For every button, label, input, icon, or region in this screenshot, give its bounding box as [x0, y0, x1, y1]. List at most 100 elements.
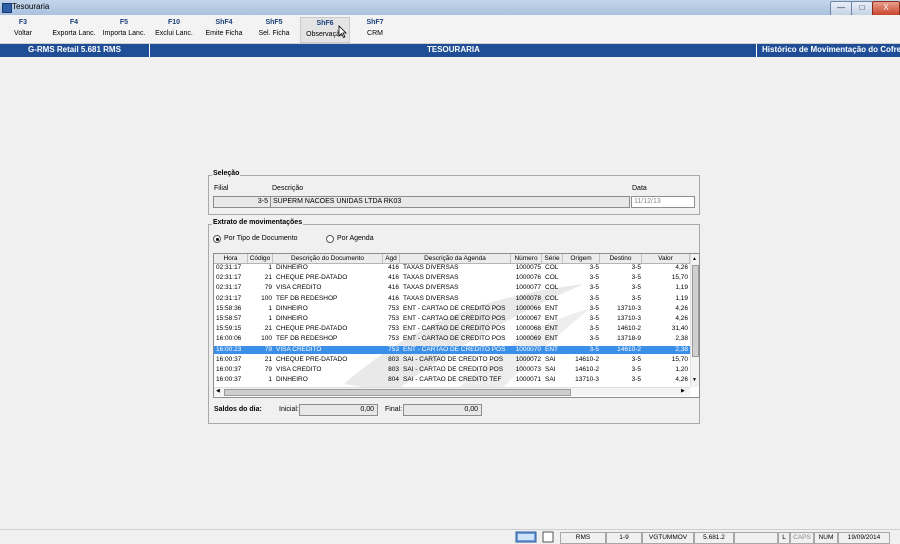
table-row[interactable]: 02:31:17 21 CHEQUE PRE-DATADO 416 TAXAS DIVE… [214, 274, 690, 282]
inicial-field[interactable]: 0,00 [299, 404, 378, 416]
toolbar-voltar-button[interactable]: F3 Voltar [4, 17, 42, 41]
cell-serie: COL [545, 264, 559, 271]
cell-destino: 3-5 [631, 274, 641, 282]
horizontal-scrollbar[interactable]: ◀ ▶ [214, 387, 690, 396]
cell-valor: 1,19 [675, 294, 688, 302]
cell-serie: ENT [545, 325, 558, 333]
cell-origem: 3-5 [589, 335, 599, 343]
cell-valor: 15,70 [671, 274, 688, 282]
cell-valor: 4,26 [675, 315, 688, 322]
table-row[interactable]: 16:00:37 79 VISA CREDITO 803 SAI - CARTAO DE… [214, 366, 690, 374]
vertical-scrollbar[interactable]: ▲ ▼ [690, 254, 699, 387]
cell-descricao-agenda: ENT - CARTAO DE CREDITO POS [403, 325, 506, 333]
cell-valor: 2,38 [675, 345, 688, 353]
cell-valor: 2,38 [675, 335, 688, 343]
data-field[interactable]: 11/12/13 [631, 196, 695, 208]
cell-origem: 3-5 [589, 304, 599, 312]
filial-label: Filial [214, 185, 229, 192]
scroll-thumb[interactable] [692, 265, 699, 357]
cell-hora: 02:31:17 [216, 264, 242, 271]
cell-descricao-documento: VISA CREDITO [276, 366, 322, 373]
table-row[interactable]: 16:00:37 21 CHEQUE PRE-DATADO 803 SAI - CART… [214, 356, 690, 364]
col-descricao-agenda[interactable]: Descrição da Agenda [400, 254, 511, 263]
cell-numero: 1000071 [515, 376, 541, 384]
cell-descricao-documento: VISA CREDITO [276, 284, 322, 292]
cell-destino: 14610-2 [617, 345, 641, 353]
table-row[interactable]: 16:00:23 79 VISA CREDITO 753 ENT - CARTAO DE… [214, 345, 690, 354]
cell-hora: 02:31:17 [216, 284, 242, 292]
final-field[interactable]: 0,00 [403, 404, 482, 416]
cell-hora: 16:00:37 [216, 355, 242, 363]
cell-agd: 416 [388, 274, 399, 282]
cell-numero: 1000077 [515, 284, 541, 292]
cell-destino: 3-5 [631, 284, 641, 292]
table-row[interactable]: 02:31:17 79 VISA CREDITO 416 TAXAS DIVERSAS 1… [214, 284, 690, 292]
cell-descricao-documento: TEF DB REDESHOP [276, 335, 338, 343]
cell-serie: SAI [545, 376, 556, 384]
filial-field[interactable]: 3-5 [213, 196, 271, 208]
table-header: Hora Código Descrição do Documento Agd D… [214, 254, 690, 264]
col-hora[interactable]: Hora [214, 254, 248, 263]
table-row[interactable]: 16:00:37 1 DINHEIRO 804 SAI - CARTAO DE CRED… [214, 376, 690, 384]
col-descricao-documento[interactable]: Descrição do Documento [273, 254, 383, 263]
cell-destino: 3-5 [631, 376, 641, 384]
col-origem[interactable]: Origem [563, 254, 600, 263]
app-icon [2, 3, 12, 13]
scroll-right-icon[interactable]: ▶ [681, 388, 685, 394]
status-bar: RMS 1-9 VGTUMMOV 5.681.2 L CAPS NUM 19/0… [0, 529, 900, 544]
col-destino[interactable]: Destino [600, 254, 642, 263]
maximize-button[interactable]: □ [851, 1, 873, 16]
cell-hora: 02:31:17 [216, 274, 242, 282]
toolbar-exporta-button[interactable]: F4 Exporta Lanc. [50, 17, 98, 41]
table-row[interactable]: 15:59:15 21 CHEQUE PRE-DATADO 753 ENT - CART… [214, 325, 690, 333]
scroll-down-icon[interactable]: ▼ [692, 377, 697, 383]
descricao-field[interactable]: SUPERM NACOES UNIDAS LTDA RK03 [270, 196, 630, 208]
col-valor[interactable]: Valor [642, 254, 690, 263]
document-icon [542, 531, 554, 543]
table-row[interactable]: 15:58:57 1 DINHEIRO 753 ENT - CARTAO DE CRED… [214, 315, 690, 323]
cell-codigo: 100 [261, 294, 272, 302]
table-row[interactable]: 16:00:06 100 TEF DB REDESHOP 753 ENT - CARTA… [214, 335, 690, 343]
cell-serie: SAI [545, 355, 556, 363]
close-button[interactable]: X [872, 1, 900, 16]
cell-valor: 15,70 [671, 355, 688, 363]
cell-destino: 13710-3 [617, 315, 641, 322]
cell-hora: 16:00:37 [216, 366, 242, 373]
table-row[interactable]: 02:31:17 100 TEF DB REDESHOP 416 TAXAS DIVER… [214, 295, 690, 303]
toolbar-crm-button[interactable]: ShF7 CRM [356, 17, 394, 41]
table-row[interactable]: 15:58:36 1 DINHEIRO 753 ENT - CARTAO DE CRED… [214, 305, 690, 313]
cell-codigo: 21 [264, 355, 272, 363]
cell-valor: 4,26 [675, 376, 688, 384]
radio-por-tipo[interactable] [213, 235, 221, 243]
toolbar-emite-ficha-button[interactable]: ShF4 Emite Ficha [202, 17, 246, 41]
col-numero[interactable]: Número [511, 254, 542, 263]
status-num: NUM [814, 532, 838, 544]
table-row[interactable]: 02:31:17 1 DINHEIRO 416 TAXAS DIVERSAS 100007… [214, 264, 690, 272]
scroll-up-icon[interactable]: ▲ [692, 256, 697, 262]
toolbar-sel-ficha-button[interactable]: ShF5 Sel. Ficha [253, 17, 295, 41]
cell-serie: ENT [545, 304, 558, 312]
col-serie[interactable]: Série [542, 254, 563, 263]
radio-por-agenda-label[interactable]: Por Agenda [337, 235, 374, 242]
cell-hora: 16:00:06 [216, 335, 242, 343]
radio-por-agenda[interactable] [326, 235, 334, 243]
hscroll-thumb[interactable] [224, 389, 571, 396]
minimize-button[interactable]: — [830, 1, 852, 16]
cell-descricao-documento: DINHEIRO [276, 315, 308, 322]
cell-origem: 3-5 [589, 264, 599, 271]
cell-valor: 1,20 [675, 366, 688, 373]
cell-origem: 14610-2 [575, 355, 599, 363]
cell-origem: 3-5 [589, 274, 599, 282]
cell-numero: 1000076 [515, 274, 541, 282]
toolbar-importa-button[interactable]: F5 Importa Lanc. [100, 17, 148, 41]
col-codigo[interactable]: Código [248, 254, 273, 263]
scroll-left-icon[interactable]: ◀ [216, 388, 220, 394]
col-agd[interactable]: Agd [383, 254, 400, 263]
cell-codigo: 79 [264, 366, 272, 373]
radio-por-tipo-label[interactable]: Por Tipo de Documento [224, 235, 298, 242]
toolbar-exclui-button[interactable]: F10 Exclui Lanc. [152, 17, 196, 41]
cell-valor: 4,26 [675, 264, 688, 271]
window-title: Tesouraria [12, 2, 50, 11]
cell-serie: ENT [545, 345, 558, 353]
cell-descricao-agenda: SAI - CARTAO DE CREDITO POS [403, 355, 504, 363]
